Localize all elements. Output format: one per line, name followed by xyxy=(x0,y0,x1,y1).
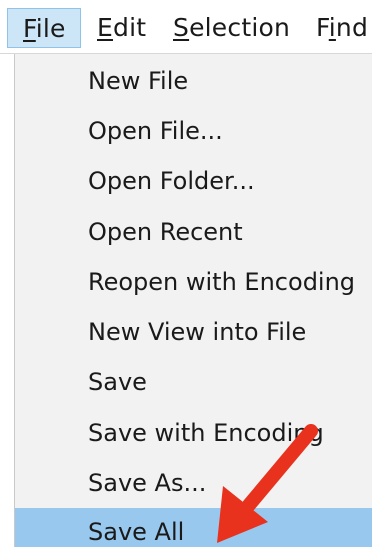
menu-item-label: Save All xyxy=(88,518,185,546)
menu-item-open-file[interactable]: Open File... xyxy=(15,106,372,156)
menu-item-save-as[interactable]: Save As... xyxy=(15,458,372,508)
menu-item-save-with-encoding[interactable]: Save with Encoding xyxy=(15,408,372,458)
menu-selection[interactable]: Selection xyxy=(173,8,290,48)
menu-item-reopen-with-encoding[interactable]: Reopen with Encoding xyxy=(15,257,372,307)
menu-edit-label: dit xyxy=(113,13,147,42)
file-menu-dropdown: New File Open File... Open Folder... Ope… xyxy=(14,54,372,547)
menu-file-label: ile xyxy=(35,14,66,43)
menu-edit-mnemonic: E xyxy=(97,13,113,42)
menu-selection-mnemonic: S xyxy=(173,13,190,42)
menu-item-save-all[interactable]: Save All xyxy=(15,508,372,547)
menu-item-new-file[interactable]: New File xyxy=(15,56,372,106)
menu-item-label: Reopen with Encoding xyxy=(88,268,356,296)
menu-file[interactable]: File xyxy=(7,8,81,48)
menu-item-label: Open File... xyxy=(88,117,223,145)
menu-item-label: Save xyxy=(88,368,147,396)
menu-item-open-folder[interactable]: Open Folder... xyxy=(15,156,372,206)
menu-item-label: Open Folder... xyxy=(88,167,255,195)
menu-item-label: Save with Encoding xyxy=(88,419,324,447)
menu-find-label: nd xyxy=(335,13,369,42)
menu-item-label: New File xyxy=(88,67,189,95)
menu-selection-label: election xyxy=(189,13,291,42)
menu-bar: File Edit Selection Find xyxy=(0,0,372,54)
menu-item-save[interactable]: Save xyxy=(15,357,372,407)
menu-item-new-view-into-file[interactable]: New View into File xyxy=(15,307,372,357)
menu-find[interactable]: Find xyxy=(316,8,368,48)
menu-item-label: New View into File xyxy=(88,318,307,346)
menu-item-open-recent[interactable]: Open Recent xyxy=(15,207,372,257)
menu-item-label: Open Recent xyxy=(88,218,243,246)
menu-item-label: Save As... xyxy=(88,469,207,497)
menu-file-mnemonic: F xyxy=(23,14,36,43)
menu-find-lead: F xyxy=(316,13,329,42)
menu-find-mnemonic: i xyxy=(328,13,336,42)
menu-edit[interactable]: Edit xyxy=(97,8,146,48)
